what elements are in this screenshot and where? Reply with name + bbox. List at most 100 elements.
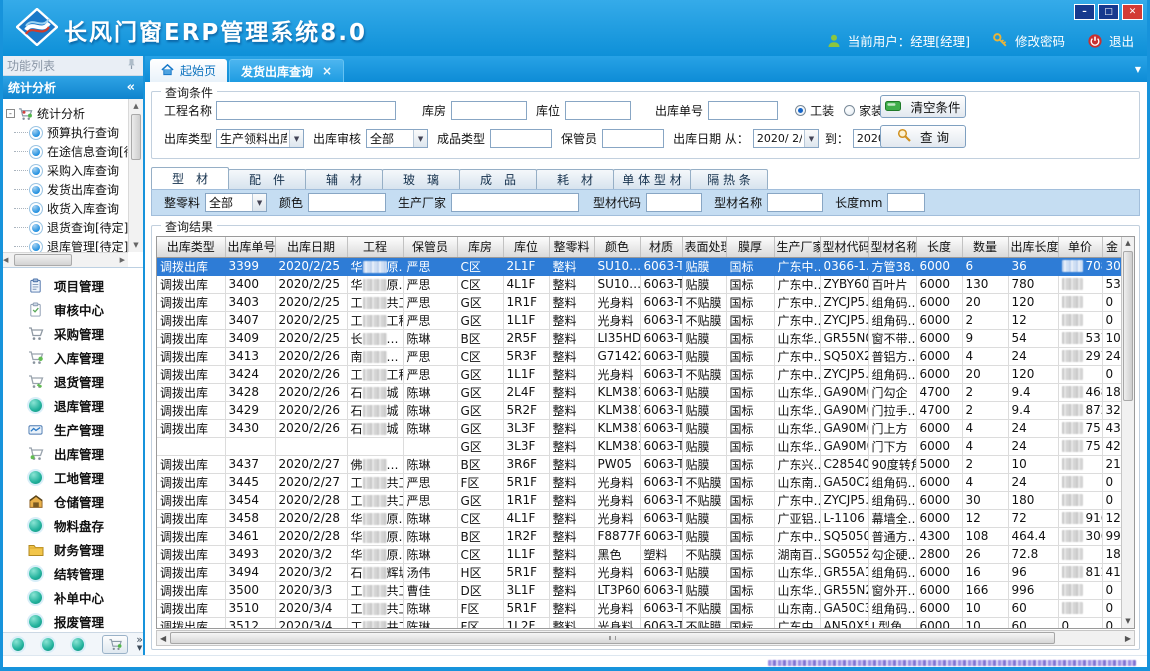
column-header[interactable]: 型材代码	[820, 237, 868, 257]
column-header[interactable]: 出库单号	[225, 237, 275, 257]
column-header[interactable]: 膜厚	[726, 237, 774, 257]
date-from-picker[interactable]: 2020/ 2/16▼	[753, 129, 819, 148]
tab-home[interactable]: 起始页	[150, 59, 227, 82]
search-button[interactable]: 查 询	[880, 125, 966, 148]
column-header[interactable]: 表面处理	[682, 237, 726, 257]
tree-vertical-scrollbar[interactable]: ▲ ▼	[128, 99, 143, 252]
warehouse-input[interactable]	[451, 101, 527, 120]
material-tab[interactable]: 耗 材	[536, 169, 614, 189]
scroll-right-icon[interactable]: ▶	[1125, 634, 1131, 643]
out-type-select[interactable]: 生产领料出库▼	[216, 129, 304, 148]
scroll-down-icon[interactable]: ▼	[129, 238, 143, 252]
tree-item[interactable]: 在途信息查询[待	[6, 142, 128, 161]
sidebar-menu-item[interactable]: 项目管理	[0, 273, 143, 297]
sidebar-menu-item[interactable]: 仓储管理	[0, 489, 143, 513]
table-row[interactable]: 调拨出库34942020/3/2石辉城汤伟H区5R1F整料光身料6063-T5贴…	[157, 563, 1122, 581]
material-tab[interactable]: 配 件	[228, 169, 306, 189]
sidebar-menu-item[interactable]: 物料盘存	[0, 513, 143, 537]
change-password-link[interactable]: 修改密码	[1015, 31, 1065, 50]
location-input[interactable]	[565, 101, 631, 120]
scroll-up-icon[interactable]: ▲	[129, 99, 143, 113]
table-row[interactable]: 调拨出库33992020/2/25华原…严思C区2L1F整料SU10…6063-…	[157, 257, 1122, 275]
sidebar-menu-item[interactable]: 退货管理	[0, 369, 143, 393]
column-header[interactable]: 金	[1102, 237, 1122, 257]
column-header[interactable]: 保管员	[403, 237, 457, 257]
tree-expander-icon[interactable]: -	[6, 109, 15, 118]
table-row[interactable]: 调拨出库35002020/3/3工共工程曹佳D区3L1F整料LT3P606063…	[157, 581, 1122, 599]
tree-item[interactable]: 采购入库查询	[6, 161, 128, 180]
close-button[interactable]: ✕	[1122, 4, 1143, 20]
material-tab[interactable]: 成 品	[459, 169, 537, 189]
tree-item[interactable]: 收货入库查询	[6, 199, 128, 218]
keeper-input[interactable]	[602, 129, 664, 148]
minimize-button[interactable]: –	[1074, 4, 1095, 20]
column-header[interactable]: 数量	[962, 237, 1008, 257]
column-header[interactable]: 颜色	[594, 237, 640, 257]
sidebar-menu-item[interactable]: 审核中心	[0, 297, 143, 321]
grid-vertical-scrollbar[interactable]: ▲ ▼	[1121, 237, 1134, 628]
scroll-up-icon[interactable]: ▲	[1122, 237, 1134, 250]
material-tab[interactable]: 辅 材	[305, 169, 383, 189]
material-tab[interactable]: 单 体 型 材	[613, 169, 691, 189]
scroll-left-icon[interactable]: ◀	[3, 256, 8, 264]
radio-home-option[interactable]: 家装	[844, 102, 883, 119]
table-row[interactable]: 调拨出库34372020/2/27佛…陈琳B区3R6F整料PW056063-T5…	[157, 455, 1122, 473]
tree-item[interactable]: 发货出库查询	[6, 180, 128, 199]
order-no-input[interactable]	[708, 101, 778, 120]
tab-close-icon[interactable]: ×	[322, 64, 332, 78]
footer-circle-icon[interactable]	[42, 638, 54, 651]
scroll-down-icon[interactable]: ▼	[1122, 615, 1134, 628]
radio-work-option[interactable]: 工装	[795, 102, 834, 119]
footer-circle-icon[interactable]	[72, 638, 84, 651]
scroll-right-icon[interactable]: ▶	[120, 256, 125, 264]
sidebar-menu-item[interactable]: 补单中心	[0, 585, 143, 609]
length-input[interactable]	[887, 193, 925, 212]
table-row[interactable]: 调拨出库35102020/3/4工共工程陈琳F区5R1F整料光身料6063-T5…	[157, 599, 1122, 617]
column-header[interactable]: 单价	[1058, 237, 1102, 257]
sidebar-menu-item[interactable]: 结转管理	[0, 561, 143, 585]
column-header[interactable]: 工程	[347, 237, 403, 257]
column-header[interactable]: 库位	[503, 237, 549, 257]
grid-horizontal-scrollbar[interactable]: ◀ ▶	[156, 630, 1135, 646]
scrollbar-thumb[interactable]	[170, 632, 1055, 644]
whole-part-select[interactable]: 全部▼	[205, 193, 267, 212]
table-row[interactable]: 调拨出库35122020/3/4工共工程陈琳F区1L2F整料光身料6063-T5…	[157, 617, 1122, 629]
manufacturer-input[interactable]	[451, 193, 579, 212]
table-row[interactable]: 调拨出库34092020/2/25长…陈琳B区2R5F整料LI35HD6063-…	[157, 329, 1122, 347]
configure-buttons-chevron[interactable]: »▼	[136, 635, 143, 653]
scrollbar-thumb[interactable]	[131, 114, 141, 160]
tree-horizontal-scrollbar[interactable]: ◀ ▶	[0, 252, 128, 267]
table-row[interactable]: 调拨出库34032020/2/25工共工程严思G区1R1F整料光身料6063-T…	[157, 293, 1122, 311]
table-row[interactable]: 调拨出库34072020/2/25工工程严思G区1L1F整料光身料6063-T5…	[157, 311, 1122, 329]
table-row[interactable]: 调拨出库34292020/2/26石城陈琳G区5R2F整料KLM38176063…	[157, 401, 1122, 419]
stats-group-header[interactable]: 统计分析 «	[0, 76, 143, 99]
audit-select[interactable]: 全部▼	[366, 129, 428, 148]
sidebar-menu-item[interactable]: 采购管理	[0, 321, 143, 345]
clear-conditions-button[interactable]: 清空条件	[880, 95, 966, 118]
column-header[interactable]: 长度	[916, 237, 962, 257]
tab-shipment-out-query[interactable]: 发货出库查询 ×	[229, 59, 344, 82]
sidebar-menu-item[interactable]: 退库管理	[0, 393, 143, 417]
collapse-icon[interactable]: «	[127, 80, 135, 95]
tree-item[interactable]: 退库管理[待定]	[6, 237, 128, 252]
maximize-button[interactable]: □	[1098, 4, 1119, 20]
table-row[interactable]: 调拨出库34612020/2/28华原…陈琳B区1R2F整料F8877FT606…	[157, 527, 1122, 545]
table-row[interactable]: 调拨出库34132020/2/26南…严思C区5R3F整料G714226063-…	[157, 347, 1122, 365]
table-row[interactable]: 调拨出库34452020/2/27工共工程严思F区5R1F整料光身料6063-T…	[157, 473, 1122, 491]
sidebar-menu-item[interactable]: 报废管理	[0, 609, 143, 632]
profile-name-input[interactable]	[767, 193, 823, 212]
table-row[interactable]: 调拨出库34932020/3/2华原…陈琳C区1L1F整料黑色塑料不贴膜国标湖南…	[157, 545, 1122, 563]
sidebar-menu-item[interactable]: 出库管理	[0, 441, 143, 465]
table-row[interactable]: 调拨出库34542020/2/28工共工程严思G区1R1F整料光身料6063-T…	[157, 491, 1122, 509]
project-name-input[interactable]	[216, 101, 396, 120]
scrollbar-thumb[interactable]	[14, 254, 72, 266]
material-tab[interactable]: 玻 璃	[382, 169, 460, 189]
column-header[interactable]: 库房	[457, 237, 503, 257]
column-header[interactable]: 整零料	[549, 237, 594, 257]
table-row[interactable]: 调拨出库34302020/2/26石城陈琳G区3L3F整料KLM38176063…	[157, 419, 1122, 437]
table-row[interactable]: 调拨出库34242020/2/26工工程严思G区1L1F整料光身料6063-T5…	[157, 365, 1122, 383]
column-header[interactable]: 出库日期	[275, 237, 347, 257]
table-row[interactable]: 调拨出库34002020/2/25华原…严思C区4L1F整料SU10…6063-…	[157, 275, 1122, 293]
column-header[interactable]: 材质	[640, 237, 682, 257]
column-header[interactable]: 生产厂家	[774, 237, 820, 257]
